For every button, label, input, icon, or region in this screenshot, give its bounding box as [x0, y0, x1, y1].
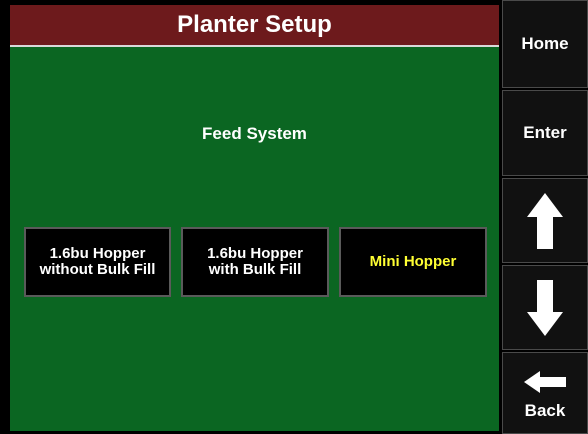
down-button[interactable] [502, 265, 588, 350]
home-button[interactable]: Home [502, 0, 588, 88]
enter-label: Enter [523, 123, 567, 142]
home-label: Home [521, 34, 569, 53]
page-title: Planter Setup [10, 5, 499, 47]
arrow-up-icon [527, 192, 563, 249]
back-label: Back [524, 401, 566, 420]
option-hopper-without-bulk-fill-button[interactable]: 1.6bu Hopper without Bulk Fill [24, 227, 171, 297]
option-label: 1.6bu Hopper without Bulk Fill [39, 245, 156, 278]
feed-system-label: Feed System [202, 124, 307, 143]
arrow-left-icon [524, 371, 566, 393]
back-button[interactable]: Back [502, 352, 588, 434]
option-label: Mini Hopper [369, 253, 457, 270]
enter-button[interactable]: Enter [502, 90, 588, 176]
planter-setup-screen: Planter Setup Feed System 1.6bu Hopper w… [0, 0, 588, 434]
option-label: 1.6bu Hopper with Bulk Fill [207, 245, 303, 278]
arrow-down-icon [527, 279, 563, 336]
main-panel: Planter Setup Feed System 1.6bu Hopper w… [10, 5, 499, 431]
option-hopper-with-bulk-fill-button[interactable]: 1.6bu Hopper with Bulk Fill [181, 227, 329, 297]
up-button[interactable] [502, 178, 588, 263]
option-mini-hopper-button[interactable]: Mini Hopper [339, 227, 487, 297]
